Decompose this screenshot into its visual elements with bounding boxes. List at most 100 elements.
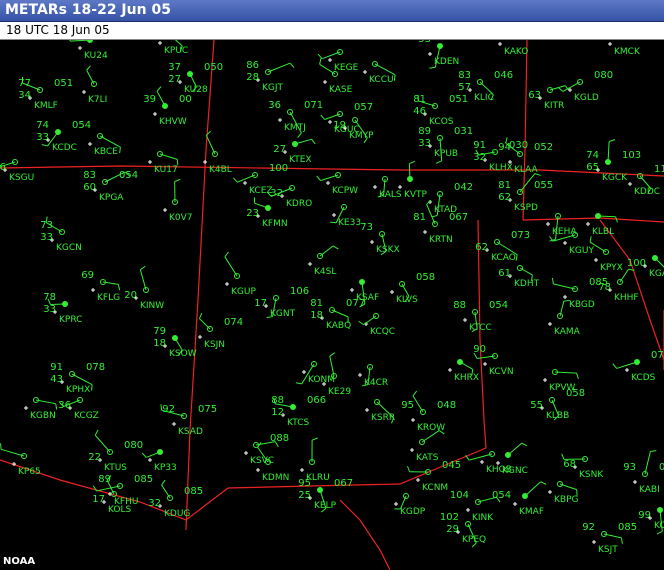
station-id: KSKX bbox=[376, 245, 400, 255]
temperature: 36 bbox=[268, 100, 281, 111]
wind-barb-flag-icon bbox=[558, 87, 564, 92]
station-plot-kako: 25KAKO bbox=[498, 42, 528, 57]
station-id: KPUC bbox=[164, 46, 188, 56]
valid-time-label: 18 UTC 18 Jun 05 bbox=[6, 23, 110, 37]
temperature: 77 bbox=[18, 78, 31, 89]
station-id: KHHF bbox=[614, 293, 639, 303]
wind-barb-flag-icon bbox=[317, 53, 323, 59]
station-id: KGNT bbox=[270, 309, 296, 319]
wind-barb-flag-icon bbox=[0, 443, 2, 450]
station-id: KSNK bbox=[579, 470, 604, 480]
station-id: KLAA bbox=[514, 165, 539, 175]
station-marker bbox=[411, 418, 415, 422]
station-plot-kink: 104 054 KINK bbox=[450, 490, 511, 523]
station-marker bbox=[548, 490, 552, 494]
wind-barb-icon bbox=[549, 85, 566, 91]
temperature: 69 bbox=[81, 270, 94, 281]
wind-barb-icon bbox=[553, 283, 576, 290]
station-id: KCDC bbox=[52, 143, 77, 153]
station-marker bbox=[172, 422, 176, 426]
station-id: KGCK bbox=[602, 173, 628, 183]
boundary-co-nm bbox=[0, 165, 664, 177]
temperature: 91 bbox=[50, 362, 63, 373]
pressure-value: 051 bbox=[449, 94, 468, 105]
boundary-az-nm bbox=[185, 40, 215, 531]
station-id: KLHX bbox=[489, 163, 513, 173]
dewpoint: 32 bbox=[473, 152, 486, 163]
station-plot-kfmn: 23KFMN bbox=[246, 197, 288, 229]
temperature: 81 bbox=[310, 298, 323, 309]
wind-barb-icon bbox=[554, 371, 577, 374]
station-marker bbox=[513, 502, 517, 506]
station-id: KSJN bbox=[204, 340, 225, 350]
wind-barb-flag-icon bbox=[515, 254, 518, 261]
wind-barb-flag-icon bbox=[589, 236, 592, 243]
pressure-value: 073 bbox=[511, 230, 530, 241]
wind-barb-icon bbox=[237, 174, 256, 183]
station-id: K7LI bbox=[88, 95, 107, 105]
dewpoint: 28 bbox=[246, 72, 259, 83]
wind-barb-flag-icon bbox=[289, 62, 295, 68]
pressure-value: 055 bbox=[534, 180, 553, 191]
station-id: KGNC bbox=[502, 466, 528, 476]
station-marker bbox=[256, 468, 260, 472]
wind-barb-icon bbox=[644, 451, 651, 475]
station-plot-kdro: 32KDRO bbox=[266, 185, 312, 209]
wind-barb-flag-icon bbox=[91, 384, 93, 391]
station-marker bbox=[625, 368, 629, 372]
station-marker bbox=[463, 318, 467, 322]
temperature: 78 bbox=[43, 292, 56, 303]
station-id: KDEN bbox=[434, 57, 459, 67]
wind-barb-icon bbox=[139, 269, 147, 291]
station-plot-ksnk: 68KSNK bbox=[561, 453, 604, 480]
time-bar: 18 UTC 18 Jun 05 bbox=[0, 22, 664, 40]
station-marker bbox=[244, 451, 248, 455]
station-plot-kflg: 69 KFLG bbox=[81, 270, 121, 303]
station-marker bbox=[592, 540, 596, 544]
wind-barb-icon bbox=[161, 484, 171, 499]
station-plot-kcds: 078 KCDS bbox=[612, 350, 664, 383]
dewpoint: 63 bbox=[528, 90, 541, 101]
station-id: KMYP bbox=[349, 131, 374, 141]
station-id: KTEX bbox=[289, 155, 312, 165]
station-plot-kmck: 65KMCK bbox=[608, 42, 641, 57]
wind-barb-icon bbox=[86, 70, 95, 85]
wind-barb-flag-icon bbox=[393, 74, 396, 81]
station-id: KCVN bbox=[489, 367, 514, 377]
station-plots: KU2430KPUCKEGEKCCUKASE53KDEN25KAKO65KMCK… bbox=[0, 40, 664, 555]
station-plot-klbl: KLBL bbox=[586, 213, 618, 237]
station-id: KRTN bbox=[429, 235, 453, 245]
station-marker bbox=[198, 335, 202, 339]
wind-barb-flag-icon bbox=[551, 277, 554, 284]
station-id: KCOT bbox=[654, 521, 664, 531]
station-id: KBCE bbox=[94, 147, 118, 157]
station-plot-ksad: 92 075 KSAD bbox=[160, 404, 217, 437]
station-plot-k4sl: K4SL bbox=[308, 245, 339, 277]
station-id: KTCS bbox=[287, 418, 309, 428]
wind-barb-flag-icon bbox=[141, 452, 147, 458]
pressure-value: 085 bbox=[184, 486, 203, 497]
wind-barb-icon bbox=[96, 485, 121, 492]
temperature: 39 bbox=[143, 94, 156, 105]
map-canvas: KU2430KPUCKEGEKCCUKASE53KDEN25KAKO65KMCK… bbox=[0, 40, 664, 570]
station-marker bbox=[563, 295, 567, 299]
station-id: KGUY bbox=[569, 246, 594, 256]
station-marker bbox=[466, 508, 470, 512]
temperature: 88 bbox=[271, 395, 284, 406]
dewpoint: 27 bbox=[273, 144, 286, 155]
wind-barb-icon bbox=[319, 63, 336, 75]
station-plot-ktcc: 88 054 KTCC bbox=[453, 300, 508, 333]
station-id: KABI bbox=[639, 485, 660, 495]
temperature: 91 bbox=[473, 140, 486, 151]
station-id: KCQC bbox=[370, 327, 395, 337]
wind-barb-icon bbox=[294, 138, 312, 145]
dewpoint: 18 bbox=[153, 338, 166, 349]
boundary-rio-grande bbox=[339, 499, 391, 570]
pressure-value: 058 bbox=[566, 388, 585, 399]
temperature: 92 bbox=[582, 522, 595, 533]
station-plot-ksjn: 074 KSJN bbox=[198, 312, 243, 350]
pressure-value: 00 bbox=[179, 94, 192, 105]
station-id: KDHT bbox=[514, 279, 540, 289]
station-plot-kspd: 81 055 62KSPD bbox=[498, 173, 553, 213]
station-marker bbox=[594, 258, 598, 262]
